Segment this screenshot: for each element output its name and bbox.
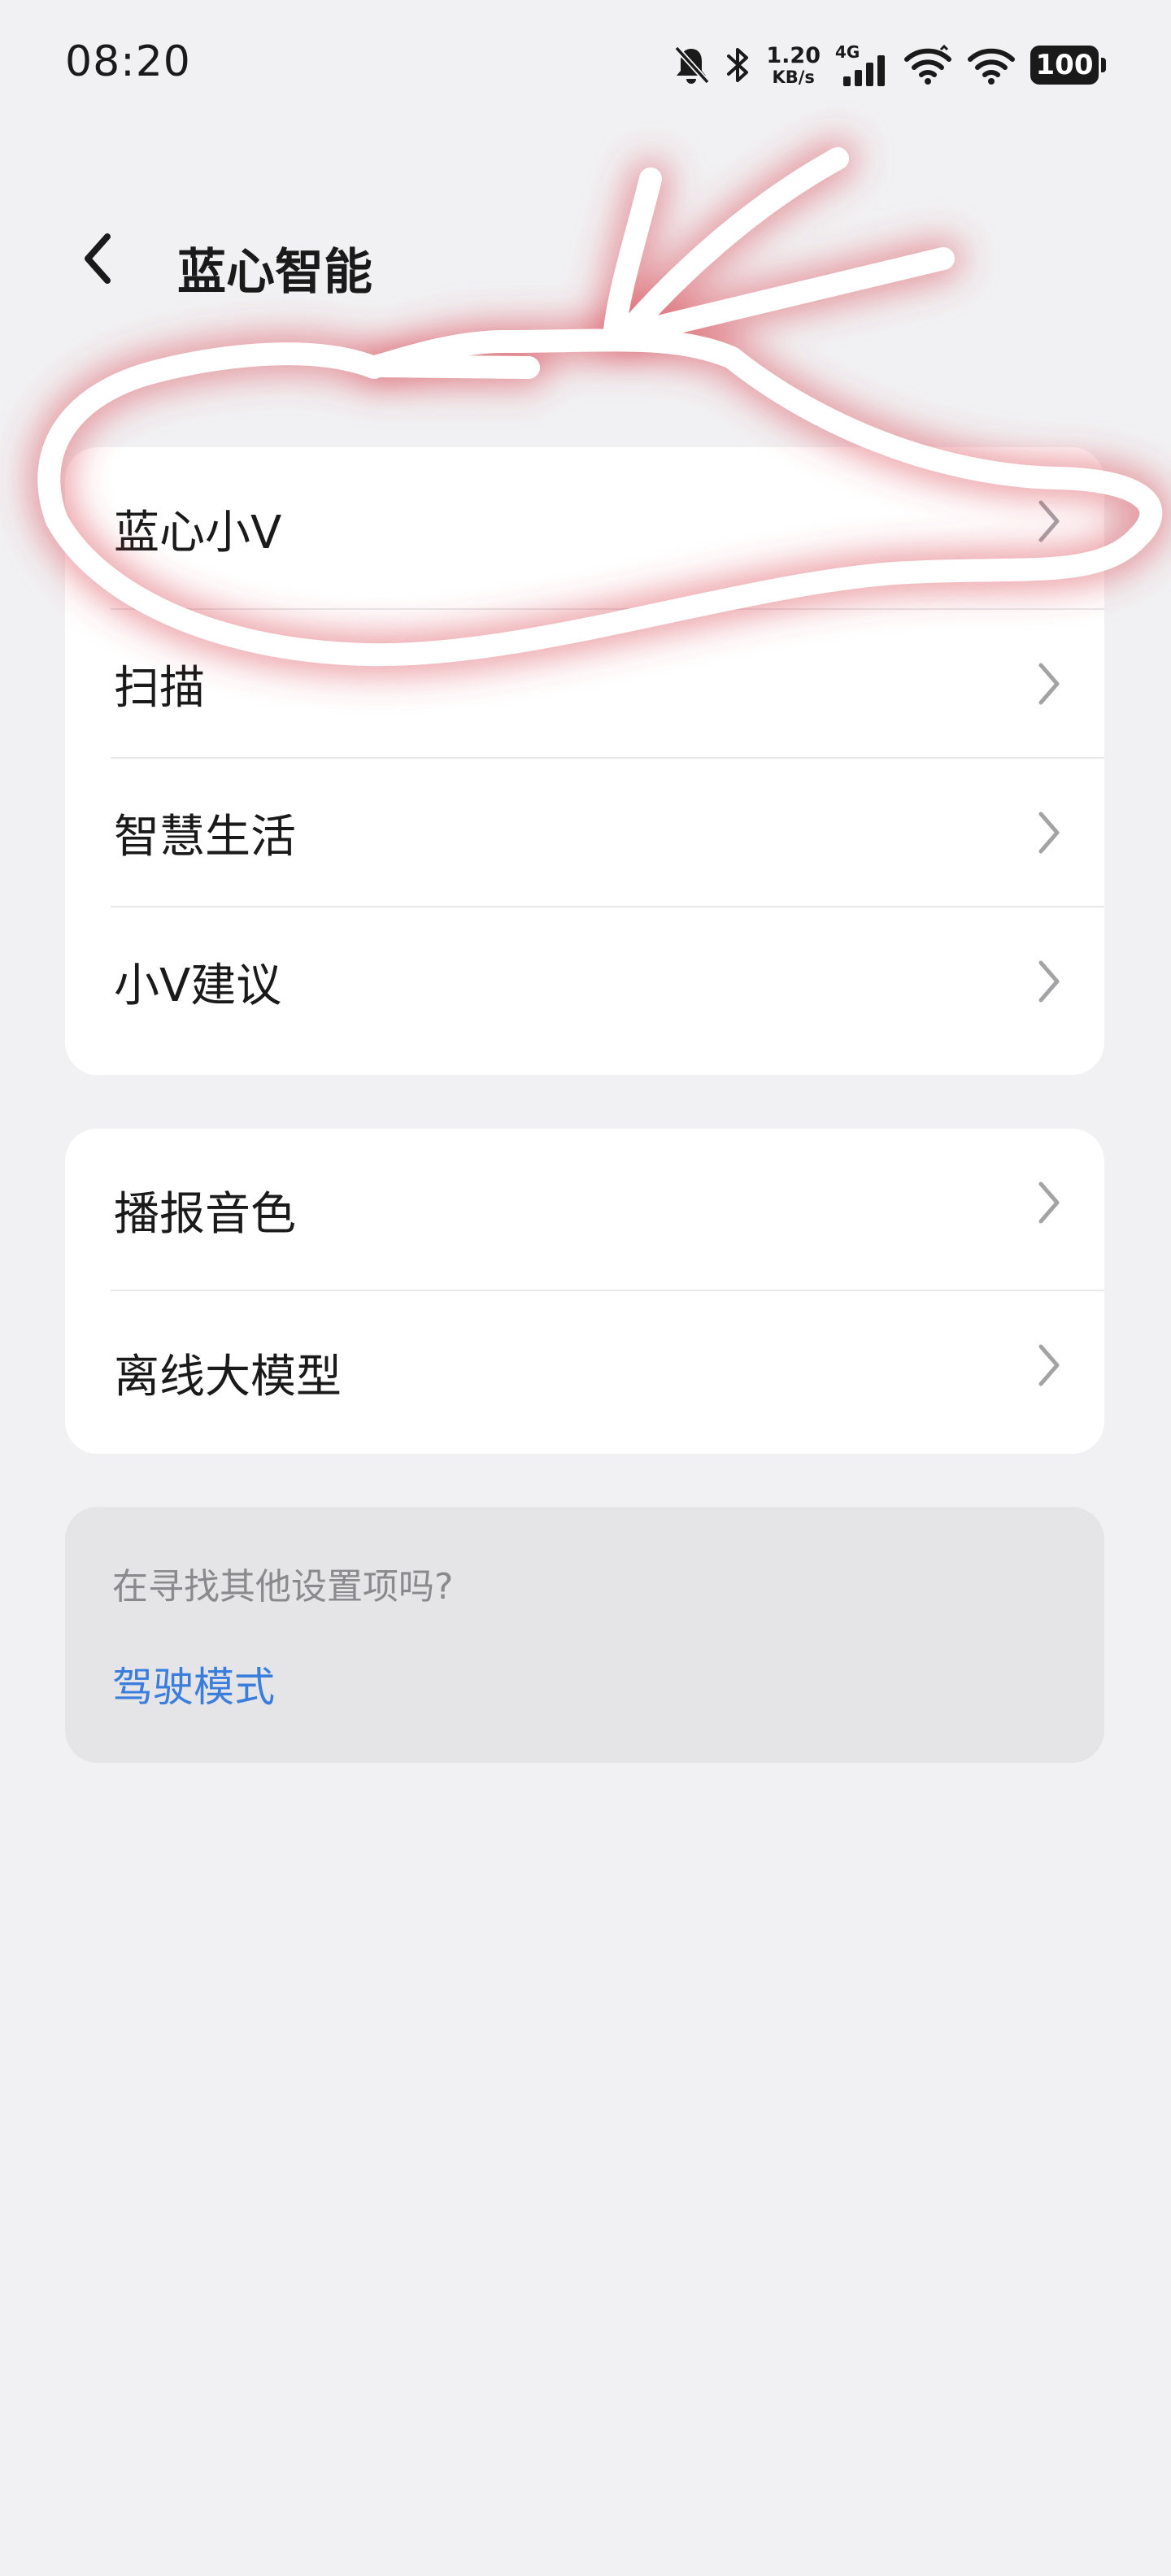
list-item-label: 扫描 xyxy=(114,662,205,715)
bell-off-icon xyxy=(673,45,710,85)
suggestion-hint: 在寻找其他设置项吗? xyxy=(112,1566,454,1608)
list-item-scan[interactable]: 扫描 xyxy=(65,610,1104,759)
chevron-right-icon xyxy=(1036,1179,1062,1229)
page-header: 蓝心智能 xyxy=(0,203,1171,317)
list-item-voice-timbre[interactable]: 播报音色 xyxy=(65,1129,1104,1291)
list-item-label: 智慧生活 xyxy=(114,811,296,864)
list-item-label: 离线大模型 xyxy=(114,1350,342,1403)
cellular-signal: 4G xyxy=(835,42,889,88)
bluetooth-icon xyxy=(724,45,751,85)
list-item-blueheart-v[interactable]: 蓝心小V xyxy=(65,447,1104,610)
chevron-right-icon xyxy=(1036,660,1062,711)
list-item-v-suggestions[interactable]: 小V建议 xyxy=(65,907,1104,1056)
network-speed: 1.20 KB/s xyxy=(766,45,821,86)
back-button[interactable] xyxy=(57,220,138,301)
chevron-right-icon xyxy=(1036,958,1062,1008)
battery-icon: 100 xyxy=(1030,46,1106,85)
chevron-right-icon xyxy=(1036,809,1062,859)
list-item-smart-life[interactable]: 智慧生活 xyxy=(65,759,1104,907)
network-speed-unit: KB/s xyxy=(772,67,815,87)
driving-mode-link[interactable]: 驾驶模式 xyxy=(112,1655,275,1713)
chevron-right-icon xyxy=(1036,1342,1062,1392)
wifi-icon xyxy=(903,45,952,85)
status-bar: 08:20 1.20 KB/s 4G 100 xyxy=(0,0,1171,130)
other-settings-suggestion: 在寻找其他设置项吗? 驾驶模式 xyxy=(65,1507,1104,1763)
list-item-label: 播报音色 xyxy=(114,1187,296,1241)
page-title: 蓝心智能 xyxy=(177,244,372,301)
chevron-right-icon xyxy=(1036,498,1062,548)
wifi-icon xyxy=(967,45,1016,85)
battery-cap xyxy=(1101,58,1106,72)
battery-level: 100 xyxy=(1030,46,1099,85)
list-item-label: 小V建议 xyxy=(114,959,282,1012)
settings-page: 08:20 1.20 KB/s 4G 100 蓝心智能 蓝心小V 扫描 智慧生活… xyxy=(0,0,1171,2576)
list-item-offline-model[interactable]: 离线大模型 xyxy=(65,1291,1104,1454)
settings-group-primary: 蓝心小V 扫描 智慧生活 小V建议 xyxy=(65,447,1104,1075)
settings-group-secondary: 播报音色 离线大模型 xyxy=(65,1129,1104,1454)
chevron-left-icon xyxy=(80,230,115,290)
list-item-label: 蓝心小V xyxy=(114,506,282,559)
network-speed-value: 1.20 xyxy=(766,42,821,68)
status-time: 08:20 xyxy=(65,37,191,86)
status-icons: 1.20 KB/s 4G 100 xyxy=(673,41,1106,89)
